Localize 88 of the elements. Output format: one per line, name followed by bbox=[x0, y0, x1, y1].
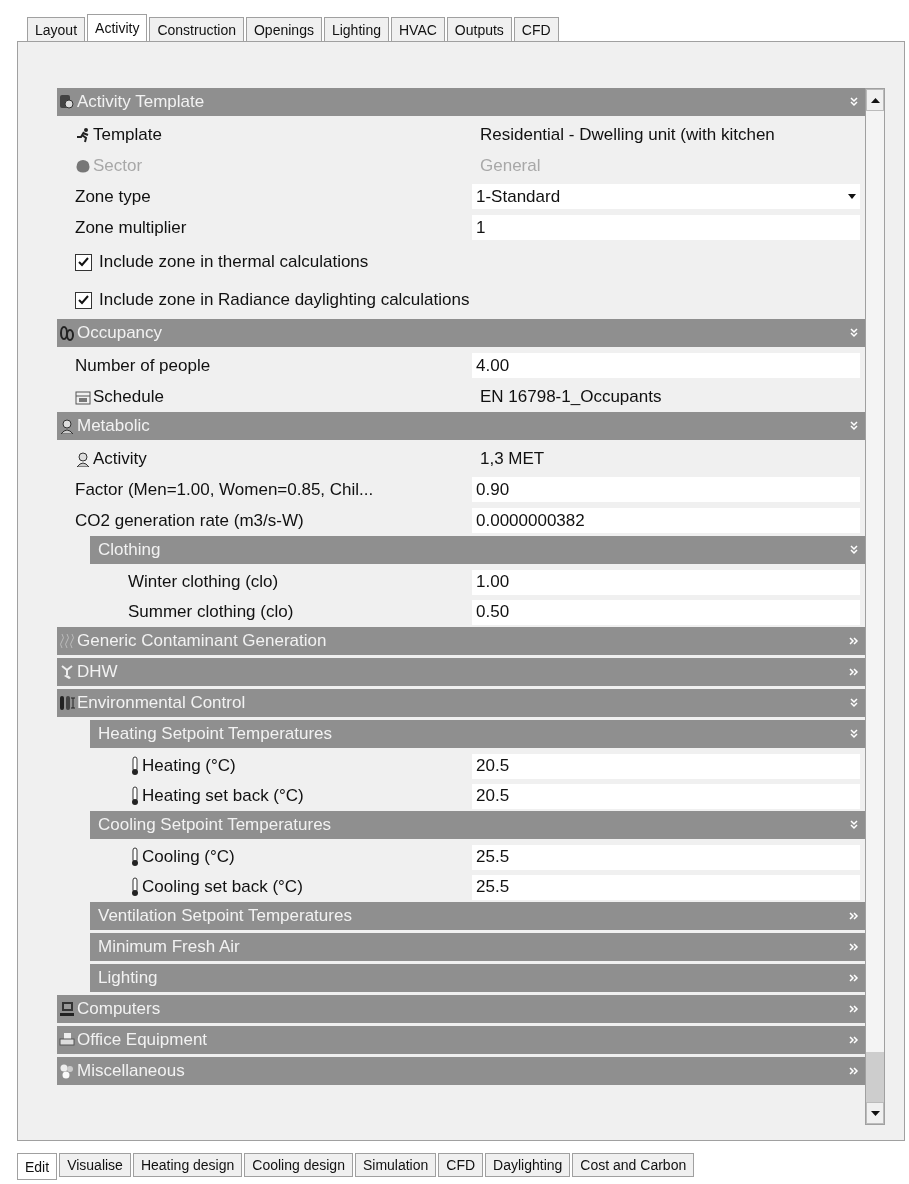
tab[interactable]: Cooling design bbox=[244, 1153, 353, 1177]
collapse-icon[interactable] bbox=[849, 328, 859, 338]
tab[interactable]: Cost and Carbon bbox=[572, 1153, 695, 1177]
expand-icon[interactable] bbox=[849, 636, 859, 646]
up-arrow-icon bbox=[870, 97, 880, 103]
thermometer-icon bbox=[130, 877, 140, 897]
field-value: Residential - Dwelling unit (with kitchen bbox=[480, 124, 775, 145]
computer-icon bbox=[59, 1001, 75, 1017]
field-label: Factor (Men=1.00, Women=0.85, Chil... bbox=[75, 479, 374, 500]
field-label: Schedule bbox=[93, 386, 164, 407]
field-label: Cooling set back (°C) bbox=[142, 877, 303, 897]
tab[interactable]: Layout bbox=[27, 17, 86, 41]
field-label: Zone multiplier bbox=[75, 217, 187, 238]
field-label: Cooling (°C) bbox=[142, 847, 235, 867]
tab[interactable]: Lighting bbox=[323, 17, 389, 41]
runner-icon bbox=[75, 126, 91, 143]
collapse-icon[interactable] bbox=[849, 421, 859, 431]
dropdown-field[interactable]: 1-Standard bbox=[472, 184, 860, 209]
tab[interactable]: Openings bbox=[246, 17, 322, 41]
person-icon bbox=[75, 450, 91, 467]
tab[interactable]: HVAC bbox=[390, 17, 445, 41]
collapse-icon[interactable] bbox=[849, 698, 859, 708]
collapse-icon[interactable] bbox=[849, 820, 859, 830]
printer-icon bbox=[59, 1032, 75, 1048]
scroll-up-button[interactable] bbox=[866, 89, 884, 111]
dropdown-arrow-icon bbox=[848, 194, 856, 199]
expand-icon[interactable] bbox=[849, 667, 859, 677]
tab[interactable]: Visualise bbox=[59, 1153, 131, 1177]
expand-icon[interactable] bbox=[849, 1035, 859, 1045]
input-field[interactable]: 20.5 bbox=[472, 753, 860, 779]
tab[interactable]: Construction bbox=[149, 17, 244, 41]
field-label: Template bbox=[93, 124, 162, 145]
field-label: Winter clothing (clo) bbox=[128, 572, 279, 592]
checkbox-label: Include zone in thermal calculations bbox=[99, 252, 369, 272]
input-field[interactable]: 0.0000000382 bbox=[472, 508, 860, 533]
field-label: Zone type bbox=[75, 186, 151, 207]
calendar-icon bbox=[75, 388, 91, 405]
circles-icon bbox=[59, 1063, 75, 1079]
checkbox-label: Include zone in Radiance daylighting calculations bbox=[99, 290, 470, 310]
tab[interactable]: CFD bbox=[513, 17, 559, 41]
field-label: CO2 generation rate (m3/s-W) bbox=[75, 510, 304, 531]
field-value: 1,3 MET bbox=[480, 448, 545, 469]
tab[interactable]: Outputs bbox=[446, 17, 512, 41]
field-label: Number of people bbox=[75, 355, 211, 376]
thermometers-icon bbox=[59, 695, 75, 711]
tab[interactable]: Simulation bbox=[354, 1153, 437, 1177]
person-icon bbox=[59, 418, 75, 434]
input-field[interactable]: 1.00 bbox=[472, 569, 860, 595]
tab[interactable]: Daylighting bbox=[485, 1153, 571, 1177]
tab[interactable]: Edit bbox=[17, 1153, 58, 1180]
down-arrow-icon bbox=[870, 1110, 880, 1116]
expand-icon[interactable] bbox=[849, 942, 859, 952]
field-label: Heating set back (°C) bbox=[142, 786, 304, 806]
field-label: Activity bbox=[93, 448, 147, 469]
input-field[interactable]: 4.00 bbox=[472, 353, 860, 378]
field-value: General bbox=[480, 155, 541, 176]
waves-icon bbox=[59, 633, 75, 649]
checkbox[interactable] bbox=[75, 253, 92, 271]
thermometer-icon bbox=[130, 786, 140, 806]
checkbox[interactable] bbox=[75, 291, 92, 309]
field-label: Heating (°C) bbox=[142, 756, 236, 776]
thermometer-icon bbox=[130, 756, 140, 776]
expand-icon[interactable] bbox=[849, 973, 859, 983]
tab[interactable]: CFD bbox=[438, 1153, 484, 1177]
field-label: Summer clothing (clo) bbox=[128, 602, 294, 622]
input-field[interactable]: 1 bbox=[472, 215, 860, 240]
blob-icon bbox=[75, 157, 91, 174]
people-icon bbox=[59, 325, 75, 341]
thermometer-icon bbox=[130, 847, 140, 867]
input-field[interactable]: 20.5 bbox=[472, 783, 860, 809]
field-label: Sector bbox=[93, 155, 143, 176]
scroll-thumb[interactable] bbox=[866, 1052, 884, 1102]
scrollbar[interactable] bbox=[865, 88, 885, 1125]
tab[interactable]: Activity bbox=[87, 14, 148, 41]
expand-icon[interactable] bbox=[849, 911, 859, 921]
expand-icon[interactable] bbox=[849, 1004, 859, 1014]
input-field[interactable]: 25.5 bbox=[472, 844, 860, 870]
template-icon bbox=[59, 94, 75, 110]
tab[interactable]: Heating design bbox=[132, 1153, 243, 1177]
input-field[interactable]: 25.5 bbox=[472, 874, 860, 900]
collapse-icon[interactable] bbox=[849, 729, 859, 739]
field-value: EN 16798-1_Occupants bbox=[480, 386, 662, 407]
collapse-icon[interactable] bbox=[849, 97, 859, 107]
input-field[interactable]: 0.90 bbox=[472, 477, 860, 502]
expand-icon[interactable] bbox=[849, 1066, 859, 1076]
input-field[interactable]: 0.50 bbox=[472, 599, 860, 625]
collapse-icon[interactable] bbox=[849, 545, 859, 555]
scroll-down-button[interactable] bbox=[866, 1102, 884, 1124]
